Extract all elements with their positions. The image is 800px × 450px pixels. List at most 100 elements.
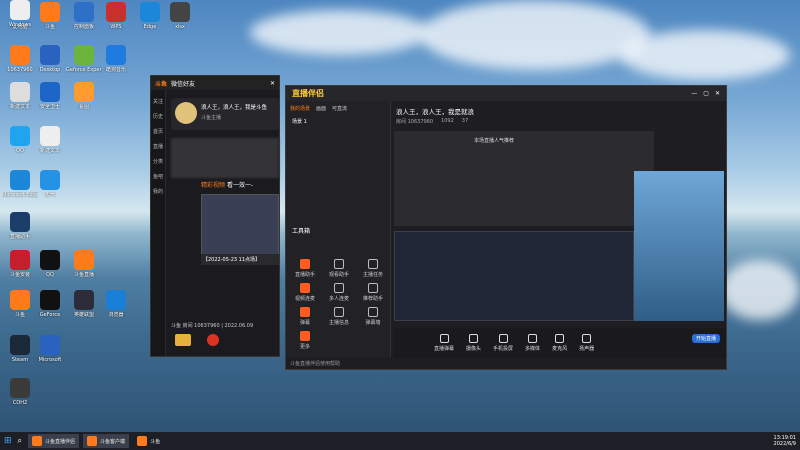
desktop-icon[interactable]: GeForce xyxy=(32,290,68,318)
tool-item[interactable]: 观看助手 xyxy=(328,259,350,278)
windows-start-icon[interactable]: ⊞ xyxy=(4,436,12,446)
taskbar-app[interactable]: 斗鱼直播伴侣 xyxy=(28,434,80,448)
taskbar-app-icon xyxy=(32,436,43,446)
tool-item[interactable]: 视频连麦 xyxy=(294,283,316,302)
desktop-icon[interactable]: 英雄联盟 xyxy=(66,290,102,318)
sidebar-item[interactable]: 我的 xyxy=(151,188,165,195)
app-icon xyxy=(10,170,30,190)
desktop-icon-label: 安全卫士 xyxy=(39,104,60,110)
desktop-icon[interactable]: 直播助手 xyxy=(2,212,38,240)
nested-screen xyxy=(394,231,634,321)
control-button[interactable]: 摄像头 xyxy=(466,334,481,352)
tool-icon xyxy=(368,307,378,317)
badge-icon[interactable] xyxy=(207,334,219,346)
assistant-footer[interactable]: 斗鱼直播伴侣使用帮助 xyxy=(290,360,340,367)
app-icon xyxy=(40,2,60,22)
tool-item[interactable]: 主播任务 xyxy=(362,259,384,278)
tool-item[interactable]: 推荐助手 xyxy=(362,283,384,302)
close-icon[interactable]: ✕ xyxy=(715,90,720,97)
desktop-icon[interactable]: Windows xyxy=(2,0,38,28)
sidebar-item[interactable]: 分类 xyxy=(151,158,165,165)
sidebar-item[interactable]: 首页 xyxy=(151,128,165,135)
control-label: 麦克风 xyxy=(552,346,568,352)
tool-item[interactable]: 弹幕墙 xyxy=(362,307,384,326)
close-icon[interactable]: ✕ xyxy=(270,80,275,87)
app-icon xyxy=(106,45,126,65)
taskbar-app[interactable]: 斗鱼 xyxy=(133,434,164,448)
scene-item[interactable]: 场景 1 xyxy=(286,116,390,127)
card-title: 浪人王，浪人王，我是斗鱼 xyxy=(201,105,268,111)
desktop-icon[interactable]: 控制面板 xyxy=(66,2,102,30)
desktop-icon-label: Desktop xyxy=(39,67,61,73)
app-icon xyxy=(74,82,94,102)
clock[interactable]: 13:19:01 2022/6/9 xyxy=(774,435,796,447)
scene-tabs: 我的场景 画面 可直流 xyxy=(286,101,390,116)
start-live-button[interactable]: 开始直播 xyxy=(691,334,720,343)
tool-item[interactable]: 直播助手 xyxy=(294,259,316,278)
maximize-icon[interactable]: ▢ xyxy=(703,90,709,97)
desktop-icon[interactable]: WPS xyxy=(98,2,134,30)
douyu-tab[interactable]: 微信好友 xyxy=(171,79,195,88)
control-button[interactable]: 手机投屏 xyxy=(493,334,513,352)
toolbox-title: 工具箱 xyxy=(292,228,311,235)
preview-label: 本场直播人气推荐 xyxy=(474,138,515,144)
desktop-icon[interactable]: Desktop xyxy=(32,45,68,73)
desktop-icon-label: 控制面板 xyxy=(73,24,94,30)
douyu-sidebar: 关注历史首页直播分类鱼吧我的 xyxy=(151,90,166,356)
tool-label: 直播助手 xyxy=(294,272,315,278)
desktop-icon[interactable]: Geforce Experience xyxy=(66,45,102,73)
tool-item[interactable]: 主播信息 xyxy=(328,307,350,326)
desktop-icon[interactable]: 浏览器 xyxy=(98,290,134,318)
desktop-icon[interactable]: COH2 xyxy=(2,378,38,406)
app-icon xyxy=(40,126,60,146)
sidebar-item[interactable]: 鱼吧 xyxy=(151,173,165,180)
streamer-card[interactable]: 浪人王，浪人王，我是斗鱼 斗鱼主播 xyxy=(171,98,279,130)
control-button[interactable]: 扬声器 xyxy=(579,334,594,352)
desktop-icon[interactable]: xlsx xyxy=(162,2,198,30)
desktop-icon-label: WPS xyxy=(110,24,122,30)
tool-icon xyxy=(368,283,378,293)
desktop-icon[interactable]: 酷狗音乐 xyxy=(98,45,134,73)
tool-label: 多人连麦 xyxy=(328,296,349,302)
control-icon xyxy=(528,334,538,343)
scene-panel: 我的场景 画面 可直流 场景 1 工具箱 直播助手 观看助手 主播任务视频连麦 多人连麦 推… xyxy=(286,101,391,357)
tool-item[interactable]: 更多 xyxy=(294,331,316,350)
tool-label: 视频连麦 xyxy=(294,296,315,302)
scene-tab[interactable]: 我的场景 xyxy=(290,105,310,112)
control-button[interactable]: 多媒体 xyxy=(525,334,540,352)
search-icon[interactable]: ⌕ xyxy=(18,436,22,446)
stat-likes: 37 xyxy=(461,118,469,124)
app-icon xyxy=(40,250,60,270)
stream-title[interactable]: 浪人王，浪人王，我是就浪 xyxy=(396,106,474,116)
scene-tab[interactable]: 可直流 xyxy=(332,105,347,112)
desktop-icon[interactable]: 看图 xyxy=(66,82,102,110)
control-icon xyxy=(498,334,508,343)
control-button[interactable]: 麦克风 xyxy=(552,334,567,352)
minimize-icon[interactable]: — xyxy=(691,90,697,97)
desktop-icon[interactable]: 斗鱼直播 xyxy=(66,250,102,278)
tool-icon xyxy=(300,283,310,293)
douyu-client-window[interactable]: 斗鱼 微信好友 ✕ 关注 历史 首页 直播 分类 鱼吧 我的 浪人王，浪人王，我是斗鱼 斗鱼… xyxy=(150,75,280,357)
desktop-icon-label: COH2 xyxy=(12,400,28,406)
sidebar-item[interactable]: 关注 xyxy=(151,98,165,105)
sidebar-item[interactable]: 历史 xyxy=(151,113,165,120)
desktop-icon[interactable]: 天气 xyxy=(32,170,68,198)
desktop-icon[interactable]: 安全卫士 xyxy=(32,82,68,110)
taskbar-app[interactable]: 斗鱼客户端 xyxy=(83,434,130,448)
desktop-icon[interactable]: Microsoft xyxy=(32,335,68,363)
desktop-icon-label: 浏览器 xyxy=(108,312,124,318)
tool-item[interactable]: 多人连麦 xyxy=(328,283,350,302)
control-button[interactable]: 直播弹幕 xyxy=(434,334,454,352)
desktop-icon-label: 斗鱼直播 xyxy=(73,272,94,278)
scene-tab[interactable]: 画面 xyxy=(316,105,326,112)
gift-icon[interactable] xyxy=(175,334,191,346)
desktop-icon-label: 看图 xyxy=(78,104,89,110)
cloud xyxy=(420,0,650,70)
sidebar-item[interactable]: 直播 xyxy=(151,143,165,150)
desktop-icon[interactable]: QQ xyxy=(32,250,68,278)
tool-item[interactable]: 弹幕 xyxy=(294,307,316,326)
live-assistant-window[interactable]: 直播伴侣 — ▢ ✕ 我的场景 画面 可直流 场景 1 工具箱 直播助手 观看助手 主播… xyxy=(285,85,727,370)
desktop-icon[interactable]: 新建文本 xyxy=(32,126,68,154)
video-caption: 【2022-05-23 11点场】 xyxy=(201,254,279,265)
app-icon xyxy=(40,290,60,310)
